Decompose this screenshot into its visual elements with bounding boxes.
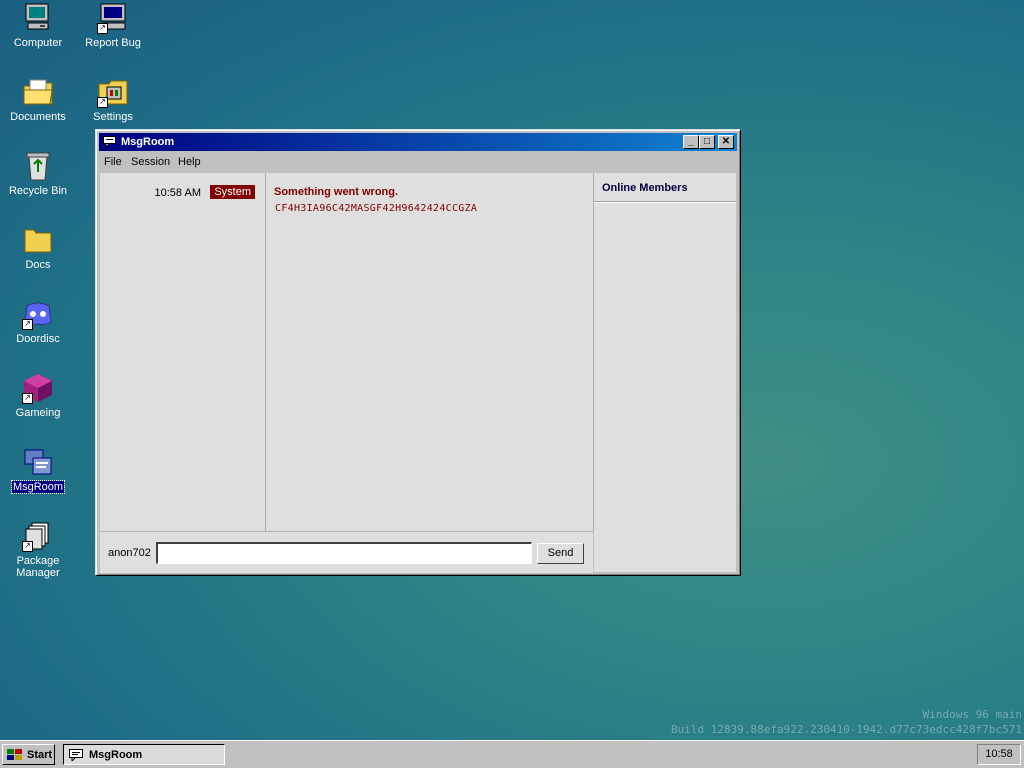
menu-help[interactable]: Help (178, 156, 201, 168)
desktop-icon-label: Settings (93, 111, 133, 123)
desktop-icon-msgroom[interactable]: MsgRoom (2, 446, 74, 494)
folder-icon (22, 224, 54, 256)
taskbar-item-label: MsgRoom (89, 749, 143, 761)
sender-badge-system[interactable]: System (210, 185, 255, 199)
username-label: anon702 (108, 547, 151, 559)
build-watermark-line2: Build 12839.88efa922.230410-1942.d77c73e… (671, 723, 1022, 736)
chat-messages-pane[interactable]: Something went wrong. CF4H3IA96C42MASGF4… (266, 173, 594, 531)
desktop-icon-doordisc[interactable]: ↗ Doordisc (2, 298, 74, 345)
desktop-icon-label: Computer (13, 37, 63, 49)
desktop-icon-package-manager[interactable]: ↗ Package Manager (2, 520, 74, 579)
desktop-icon-settings[interactable]: ↗ Settings (77, 76, 149, 123)
desktop-icon-documents[interactable]: Documents (2, 76, 74, 123)
chat-bubble-icon (69, 749, 83, 763)
message-meta-pane: 10:58 AM System (100, 173, 266, 531)
report-bug-icon: ↗ (97, 2, 129, 34)
settings-icon: ↗ (97, 76, 129, 108)
taskbar: Start MsgRoom 10:58 (0, 740, 1024, 768)
menu-bar: File Session Help (99, 152, 737, 172)
start-button[interactable]: Start (2, 744, 55, 765)
desktop-icon-computer[interactable]: Computer (2, 2, 74, 49)
msgroom-icon (22, 446, 54, 478)
message-timestamp: 10:58 AM (154, 187, 201, 199)
desktop-icon-label: Package Manager (16, 555, 60, 579)
desktop-icon-label: MsgRoom (10, 480, 66, 494)
desktop-icon-gameing[interactable]: ↗ Gameing (2, 372, 74, 419)
close-button[interactable]: ✕ (718, 135, 734, 149)
desktop-icon-label: Report Bug (85, 37, 141, 49)
message-input[interactable] (156, 542, 532, 564)
maximize-icon: □ (703, 136, 711, 147)
online-members-pane[interactable]: Online Members (594, 173, 736, 572)
window-title: MsgRoom (121, 136, 175, 148)
gameing-cube-icon: ↗ (22, 372, 54, 404)
maximize-button[interactable]: □ (699, 135, 715, 149)
desktop-icon-docs[interactable]: Docs (2, 224, 74, 271)
desktop-icon-label: Recycle Bin (8, 185, 68, 197)
msgroom-window: MsgRoom _ □ ✕ File Session Help 10:58 AM… (95, 129, 741, 576)
minimize-icon: _ (688, 136, 694, 147)
start-logo-icon (7, 749, 23, 761)
close-icon: ✕ (721, 136, 731, 147)
start-label: Start (27, 749, 53, 761)
documents-folder-icon (22, 76, 54, 108)
system-clock[interactable]: 10:58 (977, 744, 1021, 765)
desktop-icon-report-bug[interactable]: ↗ Report Bug (77, 2, 149, 49)
chat-bubble-icon (103, 136, 116, 149)
shortcut-arrow-icon: ↗ (22, 541, 33, 552)
message-input-area: anon702 Send (100, 531, 593, 573)
members-divider (594, 201, 736, 203)
message-title: Something went wrong. (274, 186, 399, 198)
online-members-header: Online Members (602, 182, 688, 194)
minimize-button[interactable]: _ (683, 135, 699, 149)
computer-icon (22, 2, 54, 34)
shortcut-arrow-icon: ↗ (22, 319, 33, 330)
desktop-icon-label: Docs (25, 259, 51, 271)
build-watermark-line1: Windows 96 main (922, 708, 1022, 721)
desktop-icon-label: Doordisc (16, 333, 60, 345)
package-manager-icon: ↗ (22, 520, 54, 552)
desktop-icon-label: Gameing (15, 407, 61, 419)
recycle-bin-icon (22, 150, 54, 182)
window-titlebar[interactable]: MsgRoom _ □ ✕ (99, 133, 737, 151)
menu-session[interactable]: Session (131, 156, 170, 168)
doordisc-icon: ↗ (22, 298, 54, 330)
desktop-icon-label: Documents (10, 111, 66, 123)
shortcut-arrow-icon: ↗ (97, 23, 108, 34)
send-button[interactable]: Send (537, 543, 584, 564)
shortcut-arrow-icon: ↗ (22, 393, 33, 404)
message-body: CF4H3IA96C42MASGF42H9642424CCGZA (275, 203, 478, 214)
menu-file[interactable]: File (104, 156, 122, 168)
taskbar-item-msgroom[interactable]: MsgRoom (63, 744, 225, 765)
desktop-icon-recycle-bin[interactable]: Recycle Bin (2, 150, 74, 197)
shortcut-arrow-icon: ↗ (97, 97, 108, 108)
